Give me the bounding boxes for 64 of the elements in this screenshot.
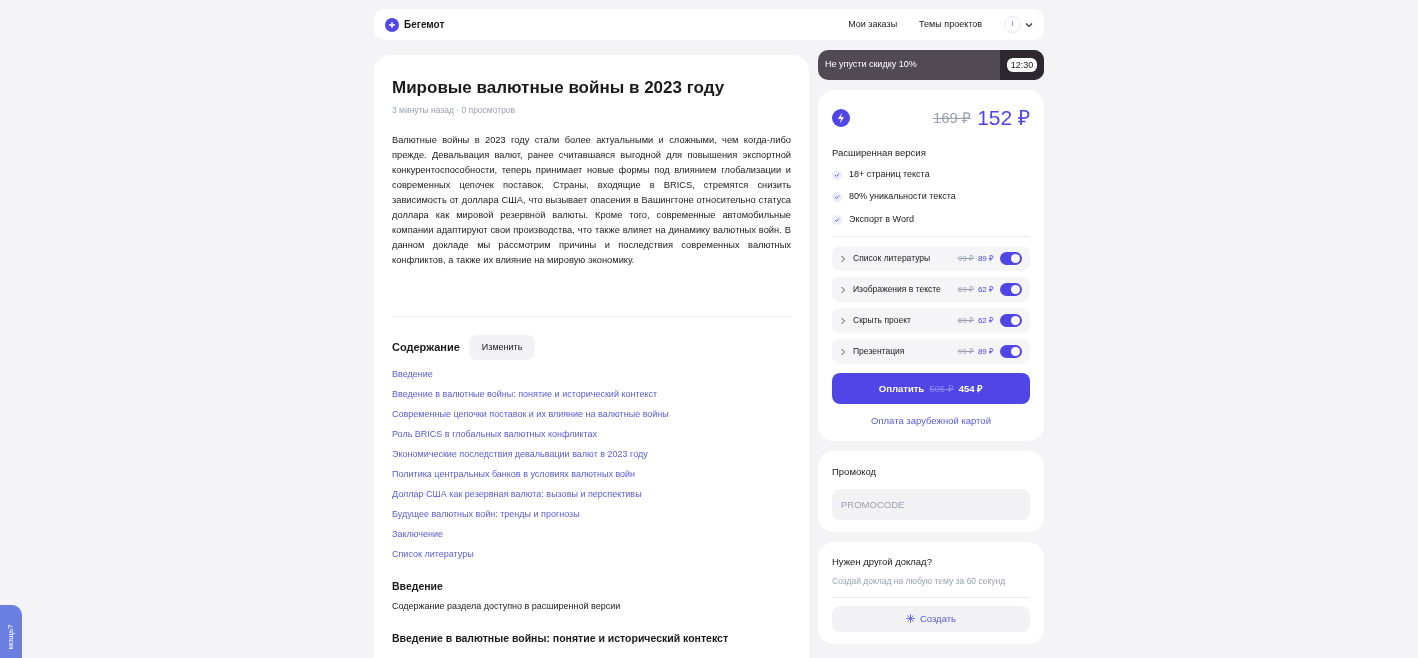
contents-link[interactable]: Введение [392,368,791,381]
edit-button[interactable]: Изменить [468,335,536,360]
discount-text: Не упусти скидку 10% [824,58,917,72]
contents-link[interactable]: Заключение [392,528,791,541]
addon-option[interactable]: Презентация 99 ₽ 89 ₽ [832,339,1030,365]
article-title: Мировые валютные войны в 2023 году [392,77,726,99]
create-button[interactable]: Создать [832,605,1030,632]
contents-link[interactable]: Доллар США как резервная валюта: вызовы и перспективы [392,488,791,501]
toggle-switch[interactable] [1000,345,1022,359]
toggle-switch[interactable] [1000,283,1022,297]
contents-link[interactable]: Будущее валютных войн: тренды и прогнозы [392,508,791,521]
article-body: Валютные войны в 2023 году стали более актуальными и сложными, чем когда-либо прежде. Девальвация валют, ранее считавшаяся выгодной для повышения экспортной конкурентоспособности, теперь принимает новые формы под влиянием глобализации и современных цепочек поставок. Страны, входящие в BRICS, стремятся снизить зависимость от доллара США, что вызывает опасения в Вашингтоне относительно статуса доллара как мировой резервной валюты. Кроме того, современные автомобильные компании адаптируют свои производства, что также влияет на динамику валютных войн. В данном докладе мы рассмотрим причины и последствия современных валютных конфликтов, а также их влияние на мировую экономику. [392,134,791,267]
contents-link[interactable]: Введение в валютные войны: понятие и исторический контекст [392,388,791,401]
sparkle-icon [905,614,915,624]
contents-link[interactable]: Список литературы [392,548,791,561]
addon-old-price: 99 ₽ [957,252,974,265]
plan-name: Расширенная версия [832,145,927,160]
logo-text: Бегемот [404,18,445,32]
addon-old-price: 69 ₽ [957,314,974,327]
check-icon [832,169,842,180]
addon-price: 62 ₽ [977,283,994,296]
addon-option[interactable]: Изображения в тексте 69 ₽ 62 ₽ [832,277,1030,303]
create-subtitle: Создай доклад на любую тему за 60 секунд [832,575,1007,588]
addon-price: 89 ₽ [977,252,994,265]
toggle-switch[interactable] [1000,314,1022,328]
section-heading: Введение в валютные войны: понятие и исторический контекст [392,631,730,647]
promocode-field[interactable]: PROMOCODE [832,488,1030,520]
contents-link[interactable]: Экономические последствия девальвации валют в 2023 году [392,448,791,461]
logo-icon [385,17,399,32]
addon-label: Скрыть проект [853,314,911,328]
toggle-switch[interactable] [1000,252,1022,266]
foreign-card-link[interactable]: Оплата зарубежной картой [832,414,1030,429]
addon-price: 62 ₽ [977,314,994,327]
lightning-icon [832,108,850,127]
pay-button[interactable]: Оплатить 505 ₽ 454 ₽ [832,373,1030,405]
promocode-title: Промокод [832,464,878,479]
chevron-down-icon[interactable] [1025,20,1033,29]
contents-link[interactable]: Политика центральных банков в условиях валютных войн [392,468,791,481]
addon-old-price: 99 ₽ [957,345,974,358]
feature-text: Экспорт в Word [849,212,914,226]
old-price: 169 ₽ [932,107,972,128]
addon-option[interactable]: Список литературы 99 ₽ 89 ₽ [832,246,1030,272]
contents-link[interactable]: Современные цепочки поставок и их влияние на валютные войны [392,408,791,421]
addon-old-price: 69 ₽ [957,283,974,296]
addon-label: Презентация [853,345,905,359]
create-title: Нужен другой доклад? [832,554,933,569]
addon-label: Изображения в тексте [853,283,941,297]
feature-text: 80% уникальности текста [849,190,956,204]
nav-link[interactable]: Мои заказы [848,17,898,32]
article-meta: 3 минуты назад · 0 просмотров [392,104,517,117]
contents-heading: Содержание [392,340,460,356]
section-text: Содержание раздела доступно в расширенной версии [392,599,622,613]
countdown-timer: 12:30 [1006,58,1038,72]
addon-label: Список литературы [853,252,931,266]
contents-link[interactable]: Роль BRICS в глобальных валютных конфликтах [392,428,791,441]
feature-text: 18+ страниц текста [849,167,930,181]
addon-price: 89 ₽ [977,345,994,358]
section-heading: Введение [392,579,444,594]
nav-link[interactable]: Темы проектов [919,17,982,32]
addon-option[interactable]: Скрыть проект 69 ₽ 62 ₽ [832,308,1030,334]
help-tab[interactable]: мощь? [0,605,22,658]
check-icon [832,192,842,202]
check-icon [832,214,842,225]
price: 152 ₽ [977,105,1030,131]
